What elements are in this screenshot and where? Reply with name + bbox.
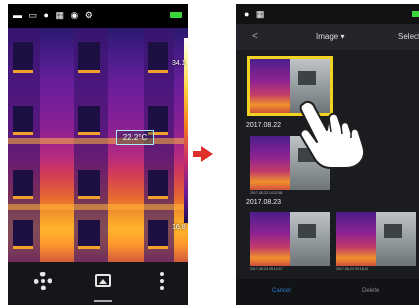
home-indicator: [94, 300, 112, 302]
thumbnail-caption: 2017-08-22 14:22:55: [250, 191, 283, 195]
thermal-camera-screen: ▬ ▭ ● ▦ ◉ ⚙ 34.1 16.8 22.2°C: [8, 4, 188, 305]
media-type-dropdown[interactable]: Image ▾: [316, 32, 344, 41]
temperature-high-label: 34.1: [172, 60, 186, 67]
status-bar: ▬ ▭ ● ▦ ◉ ⚙: [8, 4, 188, 28]
status-icons: ▬ ▭ ● ▦ ◉ ⚙: [13, 10, 95, 20]
status-icons: ● ▦: [244, 9, 267, 19]
camera-bottom-bar: [8, 262, 188, 305]
battery-icon: [412, 11, 419, 17]
gallery-bottom-bar: Cancel Delete: [236, 279, 419, 305]
thumbnail-caption: 2017-08-23 09:18:31: [336, 267, 369, 271]
battery-icon: [170, 12, 182, 18]
transition-arrow-icon: [201, 146, 213, 162]
settings-icon[interactable]: [34, 272, 52, 290]
gallery-thumbnail[interactable]: [250, 212, 330, 266]
gallery-nav-bar: < Image ▾ Select: [236, 24, 419, 50]
status-bar: ● ▦: [236, 4, 419, 24]
thermal-image: [8, 28, 188, 262]
back-button[interactable]: <: [252, 31, 258, 42]
select-button[interactable]: Select: [398, 32, 419, 41]
date-header: 2017.08.22: [246, 122, 282, 129]
tap-hand-icon: [299, 100, 365, 169]
date-header: 2017.08.23: [246, 199, 282, 206]
temperature-low-label: 16.8: [172, 224, 186, 231]
gallery-icon[interactable]: [95, 274, 111, 287]
cancel-button[interactable]: Cancel: [272, 288, 291, 294]
gallery-thumbnail[interactable]: [336, 212, 416, 266]
more-icon[interactable]: [160, 272, 164, 290]
delete-button[interactable]: Delete: [362, 288, 379, 294]
spot-temperature-box[interactable]: 22.2°C: [116, 130, 154, 145]
thumbnail-caption: 2017-08-23 09:12:47: [250, 267, 283, 271]
